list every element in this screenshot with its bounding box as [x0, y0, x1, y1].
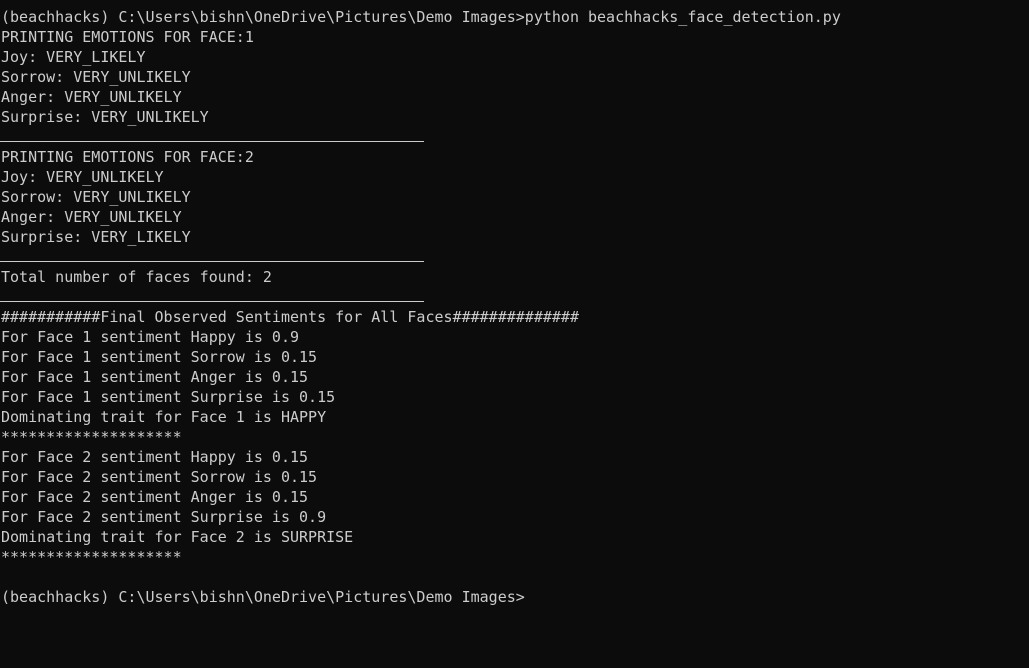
face2-dominant-trait: Dominating trait for Face 2 is SURPRISE: [1, 528, 354, 546]
face1-header: PRINTING EMOTIONS FOR FACE:1: [1, 28, 254, 46]
prompt-line[interactable]: (beachhacks) C:\Users\bishn\OneDrive\Pic…: [0, 587, 1029, 607]
separator-rule: [0, 127, 1029, 147]
separator-rule: [0, 247, 1029, 267]
separator-rule: [0, 287, 1029, 307]
face1-sentiment-anger: For Face 1 sentiment Anger is 0.15: [1, 368, 309, 386]
face2-surprise: Surprise: VERY_LIKELY: [1, 228, 191, 246]
face1-anger: Anger: VERY_UNLIKELY: [1, 88, 182, 106]
face1-joy: Joy: VERY_LIKELY: [1, 48, 146, 66]
face1-sentiment-happy: For Face 1 sentiment Happy is 0.9: [1, 328, 300, 346]
face1-sentiment-sorrow: For Face 1 sentiment Sorrow is 0.15: [1, 348, 318, 366]
terminal-console[interactable]: (beachhacks) C:\Users\bishn\OneDrive\Pic…: [0, 0, 1029, 668]
stars-separator: ********************: [1, 548, 182, 566]
face2-sorrow: Sorrow: VERY_UNLIKELY: [1, 188, 191, 206]
face1-surprise: Surprise: VERY_UNLIKELY: [1, 108, 209, 126]
face2-sentiment-surprise: For Face 2 sentiment Surprise is 0.9: [1, 508, 327, 526]
face2-anger: Anger: VERY_UNLIKELY: [1, 208, 182, 226]
stars-separator: ********************: [1, 428, 182, 446]
total-faces: Total number of faces found: 2: [1, 268, 272, 286]
command-line: (beachhacks) C:\Users\bishn\OneDrive\Pic…: [1, 8, 841, 26]
face2-joy: Joy: VERY_UNLIKELY: [1, 168, 164, 186]
final-sentiments-header: ###########Final Observed Sentiments for…: [1, 308, 579, 326]
face2-sentiment-happy: For Face 2 sentiment Happy is 0.15: [1, 448, 309, 466]
prompt-text: (beachhacks) C:\Users\bishn\OneDrive\Pic…: [1, 588, 525, 606]
face1-sorrow: Sorrow: VERY_UNLIKELY: [1, 68, 191, 86]
face1-dominant-trait: Dominating trait for Face 1 is HAPPY: [1, 408, 327, 426]
face2-sentiment-sorrow: For Face 2 sentiment Sorrow is 0.15: [1, 468, 318, 486]
face2-sentiment-anger: For Face 2 sentiment Anger is 0.15: [1, 488, 309, 506]
face1-sentiment-surprise: For Face 1 sentiment Surprise is 0.15: [1, 388, 336, 406]
face2-header: PRINTING EMOTIONS FOR FACE:2: [1, 148, 254, 166]
